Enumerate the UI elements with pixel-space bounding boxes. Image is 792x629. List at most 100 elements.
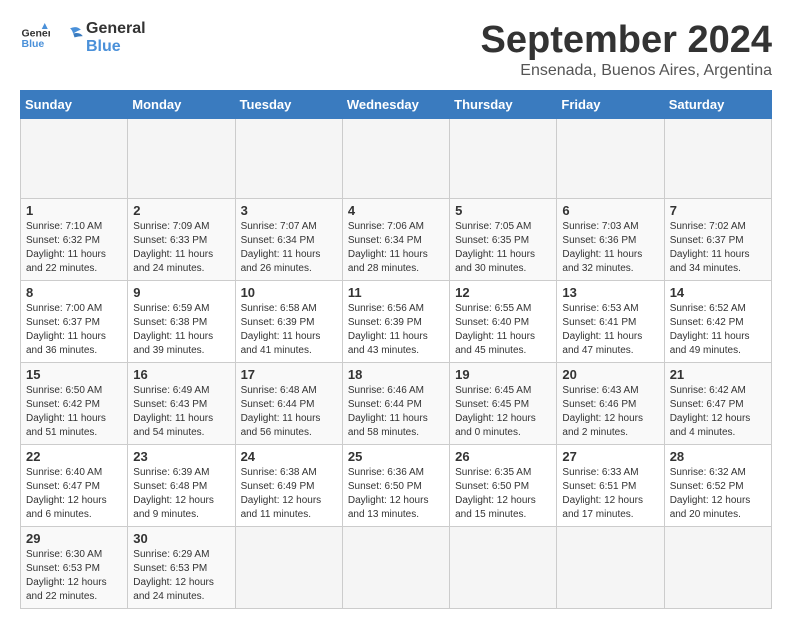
cell-info: Sunrise: 6:46 AM Sunset: 6:44 PM Dayligh… — [348, 384, 444, 440]
calendar-cell: 16Sunrise: 6:49 AM Sunset: 6:43 PM Dayli… — [128, 362, 235, 444]
cell-info: Sunrise: 6:59 AM Sunset: 6:38 PM Dayligh… — [133, 302, 229, 358]
calendar-cell: 5 Sunrise: 7:05 AM Sunset: 6:35 PM Daylig… — [450, 198, 557, 280]
cell-info: Sunrise: 6:52 AM Sunset: 6:42 PM Dayligh… — [670, 302, 766, 358]
day-header-friday: Friday — [557, 90, 664, 118]
calendar-cell: 22Sunrise: 6:40 AM Sunset: 6:47 PM Dayli… — [21, 444, 128, 526]
calendar-cell: 24Sunrise: 6:38 AM Sunset: 6:49 PM Dayli… — [235, 444, 342, 526]
calendar-cell: 17 Sunrise: 6:48 AM Sunset: 6:44 PM Dayli… — [235, 362, 342, 444]
day-number: 29 — [26, 531, 122, 546]
day-number: 4 — [348, 203, 444, 218]
cell-info: Sunrise: 7:02 AM Sunset: 6:37 PM Dayligh… — [670, 220, 766, 276]
cell-info: Sunrise: 6:53 AM Sunset: 6:41 PM Dayligh… — [562, 302, 658, 358]
cell-info: Sunrise: 7:05 AM Sunset: 6:35 PM Dayligh… — [455, 220, 551, 276]
svg-text:Blue: Blue — [22, 38, 45, 50]
day-number: 24 — [241, 449, 337, 464]
calendar-cell — [664, 118, 771, 198]
calendar-cell: 2 Sunrise: 7:09 AM Sunset: 6:33 PM Daylig… — [128, 198, 235, 280]
calendar-cell: 26 Sunrise: 6:35 AM Sunset: 6:50 PM Dayli… — [450, 444, 557, 526]
day-number: 1 — [26, 203, 122, 218]
cell-info: Sunrise: 7:00 AM Sunset: 6:37 PM Dayligh… — [26, 302, 122, 358]
calendar-cell: 21 Sunrise: 6:42 AM Sunset: 6:47 PM Dayli… — [664, 362, 771, 444]
calendar-cell: 4Sunrise: 7:06 AM Sunset: 6:34 PM Daylig… — [342, 198, 449, 280]
calendar-cell: 6Sunrise: 7:03 AM Sunset: 6:36 PM Daylig… — [557, 198, 664, 280]
cell-info: Sunrise: 6:58 AM Sunset: 6:39 PM Dayligh… — [241, 302, 337, 358]
cell-info: Sunrise: 6:30 AM Sunset: 6:53 PM Dayligh… — [26, 548, 122, 604]
day-number: 12 — [455, 285, 551, 300]
day-number: 20 — [562, 367, 658, 382]
calendar-table: SundayMondayTuesdayWednesdayThursdayFrid… — [20, 90, 772, 609]
logo-bird-icon — [54, 22, 86, 54]
day-number: 21 — [670, 367, 766, 382]
day-number: 9 — [133, 285, 229, 300]
title-area: September 2024 Ensenada, Buenos Aires, A… — [481, 20, 773, 80]
logo: General Blue General Blue — [20, 20, 146, 55]
day-number: 28 — [670, 449, 766, 464]
cell-info: Sunrise: 7:03 AM Sunset: 6:36 PM Dayligh… — [562, 220, 658, 276]
day-number: 14 — [670, 285, 766, 300]
calendar-cell: 18 Sunrise: 6:46 AM Sunset: 6:44 PM Dayli… — [342, 362, 449, 444]
cell-info: Sunrise: 6:55 AM Sunset: 6:40 PM Dayligh… — [455, 302, 551, 358]
calendar-cell: 9 Sunrise: 6:59 AM Sunset: 6:38 PM Daylig… — [128, 280, 235, 362]
calendar-cell — [557, 526, 664, 608]
calendar-cell — [450, 118, 557, 198]
day-number: 3 — [241, 203, 337, 218]
calendar-cell: 14 Sunrise: 6:52 AM Sunset: 6:42 PM Dayli… — [664, 280, 771, 362]
calendar-cell: 11 Sunrise: 6:56 AM Sunset: 6:39 PM Dayli… — [342, 280, 449, 362]
logo-icon: General Blue — [20, 23, 50, 53]
day-number: 16 — [133, 367, 229, 382]
cell-info: Sunrise: 6:56 AM Sunset: 6:39 PM Dayligh… — [348, 302, 444, 358]
calendar-cell: 27Sunrise: 6:33 AM Sunset: 6:51 PM Dayli… — [557, 444, 664, 526]
day-number: 2 — [133, 203, 229, 218]
cell-info: Sunrise: 6:39 AM Sunset: 6:48 PM Dayligh… — [133, 466, 229, 522]
cell-info: Sunrise: 6:40 AM Sunset: 6:47 PM Dayligh… — [26, 466, 122, 522]
cell-info: Sunrise: 7:09 AM Sunset: 6:33 PM Dayligh… — [133, 220, 229, 276]
cell-info: Sunrise: 6:48 AM Sunset: 6:44 PM Dayligh… — [241, 384, 337, 440]
calendar-cell — [128, 118, 235, 198]
cell-info: Sunrise: 6:43 AM Sunset: 6:46 PM Dayligh… — [562, 384, 658, 440]
cell-info: Sunrise: 6:32 AM Sunset: 6:52 PM Dayligh… — [670, 466, 766, 522]
logo-general-text: General — [86, 20, 146, 38]
cell-info: Sunrise: 6:50 AM Sunset: 6:42 PM Dayligh… — [26, 384, 122, 440]
calendar-cell — [21, 118, 128, 198]
day-number: 18 — [348, 367, 444, 382]
cell-info: Sunrise: 6:35 AM Sunset: 6:50 PM Dayligh… — [455, 466, 551, 522]
day-number: 26 — [455, 449, 551, 464]
day-header-wednesday: Wednesday — [342, 90, 449, 118]
calendar-header-row: SundayMondayTuesdayWednesdayThursdayFrid… — [21, 90, 772, 118]
calendar-cell — [235, 526, 342, 608]
header: General Blue General Blue September 2024… — [20, 20, 772, 80]
cell-info: Sunrise: 6:42 AM Sunset: 6:47 PM Dayligh… — [670, 384, 766, 440]
calendar-cell: 13 Sunrise: 6:53 AM Sunset: 6:41 PM Dayli… — [557, 280, 664, 362]
day-number: 11 — [348, 285, 444, 300]
day-header-saturday: Saturday — [664, 90, 771, 118]
calendar-cell — [664, 526, 771, 608]
calendar-week-row: 29 Sunrise: 6:30 AM Sunset: 6:53 PM Dayli… — [21, 526, 772, 608]
calendar-cell: 7 Sunrise: 7:02 AM Sunset: 6:37 PM Daylig… — [664, 198, 771, 280]
calendar-cell: 10Sunrise: 6:58 AM Sunset: 6:39 PM Dayli… — [235, 280, 342, 362]
calendar-week-row: 22Sunrise: 6:40 AM Sunset: 6:47 PM Dayli… — [21, 444, 772, 526]
calendar-cell — [342, 118, 449, 198]
calendar-cell: 1Sunrise: 7:10 AM Sunset: 6:32 PM Daylig… — [21, 198, 128, 280]
day-number: 5 — [455, 203, 551, 218]
day-number: 23 — [133, 449, 229, 464]
day-number: 8 — [26, 285, 122, 300]
calendar-cell: 12 Sunrise: 6:55 AM Sunset: 6:40 PM Dayli… — [450, 280, 557, 362]
calendar-cell: 29 Sunrise: 6:30 AM Sunset: 6:53 PM Dayli… — [21, 526, 128, 608]
month-title: September 2024 — [481, 20, 773, 62]
calendar-cell: 8 Sunrise: 7:00 AM Sunset: 6:37 PM Daylig… — [21, 280, 128, 362]
cell-info: Sunrise: 6:29 AM Sunset: 6:53 PM Dayligh… — [133, 548, 229, 604]
calendar-cell: 3Sunrise: 7:07 AM Sunset: 6:34 PM Daylig… — [235, 198, 342, 280]
calendar-cell: 19Sunrise: 6:45 AM Sunset: 6:45 PM Dayli… — [450, 362, 557, 444]
day-number: 25 — [348, 449, 444, 464]
day-number: 13 — [562, 285, 658, 300]
calendar-week-row: 1Sunrise: 7:10 AM Sunset: 6:32 PM Daylig… — [21, 198, 772, 280]
calendar-cell: 23 Sunrise: 6:39 AM Sunset: 6:48 PM Dayli… — [128, 444, 235, 526]
day-number: 19 — [455, 367, 551, 382]
cell-info: Sunrise: 6:33 AM Sunset: 6:51 PM Dayligh… — [562, 466, 658, 522]
calendar-week-row: 8 Sunrise: 7:00 AM Sunset: 6:37 PM Daylig… — [21, 280, 772, 362]
calendar-cell: 20 Sunrise: 6:43 AM Sunset: 6:46 PM Dayli… — [557, 362, 664, 444]
day-header-sunday: Sunday — [21, 90, 128, 118]
calendar-week-row — [21, 118, 772, 198]
day-number: 17 — [241, 367, 337, 382]
day-number: 7 — [670, 203, 766, 218]
